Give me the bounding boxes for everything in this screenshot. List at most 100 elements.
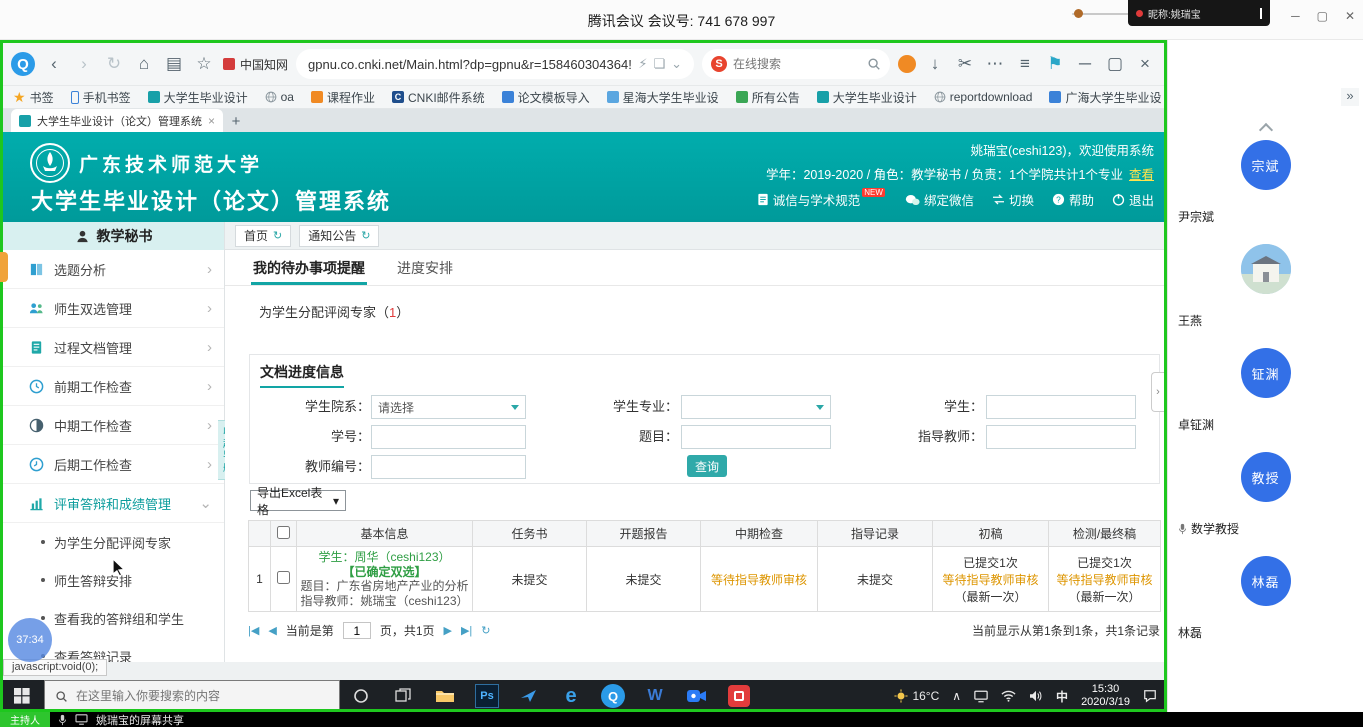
export-excel-button[interactable]: 导出Excel表格▾ <box>250 490 346 511</box>
browser-side-flag[interactable] <box>0 252 8 282</box>
promo-icon[interactable] <box>898 55 916 73</box>
slider-knob[interactable] <box>1074 9 1083 18</box>
bookmark-item[interactable]: 所有公告 <box>736 89 800 106</box>
sidebar-item-topic-analysis[interactable]: 选题分析 › <box>3 250 224 289</box>
first-page-icon[interactable]: |◀ <box>248 624 259 637</box>
panel-expand-handle[interactable]: › <box>1151 372 1164 412</box>
refresh-icon[interactable]: ↻ <box>103 54 125 74</box>
sidebar-item-review-defense[interactable]: 评审答辩和成绩管理 ⌄ <box>3 484 224 523</box>
meeting-timer-bubble[interactable]: 37:34 <box>8 618 52 662</box>
task-view-button[interactable] <box>382 680 424 712</box>
ime-indicator[interactable]: 中 <box>1056 688 1068 705</box>
start-button[interactable] <box>0 680 44 712</box>
red-app-button[interactable] <box>718 680 760 712</box>
taskbar-search-box[interactable] <box>44 680 340 712</box>
browser-tab[interactable]: 大学生毕业设计（论文）管理系统 × <box>11 109 223 132</box>
next-page-icon[interactable]: ▶ <box>444 624 452 637</box>
select-all-checkbox[interactable] <box>277 526 290 539</box>
meeting-app-button[interactable] <box>676 680 718 712</box>
browser-search-input[interactable] <box>733 57 861 71</box>
url-input[interactable] <box>308 57 632 72</box>
speed-mode-icon[interactable]: ⚡ <box>638 56 647 72</box>
bookmark-item[interactable]: 大学生毕业设计 <box>148 89 248 106</box>
mic-icon[interactable] <box>58 714 67 726</box>
row-checkbox[interactable] <box>277 571 290 584</box>
sidebar-item-process-documents[interactable]: 过程文档管理 › <box>3 328 224 367</box>
file-explorer-button[interactable] <box>424 680 466 712</box>
magnifier-icon[interactable] <box>867 57 881 71</box>
sidebar-item-early-check[interactable]: 前期工作检查 › <box>3 367 224 406</box>
view-link[interactable]: 查看 <box>1129 168 1154 182</box>
minimize-icon[interactable]: ─ <box>1291 9 1300 23</box>
sidebar-item-mid-check[interactable]: 中期工作检查 › <box>3 406 224 445</box>
department-select[interactable]: 请选择 <box>371 395 526 419</box>
search-engine-icon[interactable]: S <box>711 56 727 72</box>
bookmark-item[interactable]: 论文模板导入 <box>502 89 590 106</box>
taskbar-clock[interactable]: 15:30 2020/3/19 <box>1081 683 1130 709</box>
screenshot-scissors-icon[interactable]: ✂ <box>954 54 976 74</box>
tab-progress-schedule[interactable]: 进度安排 <box>395 249 455 285</box>
speaker-icon[interactable] <box>1029 690 1043 702</box>
refresh-icon[interactable]: ↻ <box>273 229 282 242</box>
collapse-panel-button[interactable] <box>1168 118 1363 138</box>
switch-role-link[interactable]: 切换 <box>992 190 1034 209</box>
reload-icon[interactable]: ↻ <box>481 624 490 637</box>
midterm-cell[interactable]: 等待指导教师审核 <box>701 547 818 612</box>
logout-link[interactable]: 退出 <box>1112 190 1154 209</box>
photoshop-button[interactable]: Ps <box>466 680 508 712</box>
maximize-icon[interactable]: ▢ <box>1317 9 1328 23</box>
bookmarks-overflow-button[interactable]: » <box>1341 88 1359 106</box>
sidebar-item-mutual-selection[interactable]: 师生双选管理 › <box>3 289 224 328</box>
bookmark-item[interactable]: 广海大学生毕业设 <box>1049 89 1161 106</box>
menu-icon[interactable]: ≡ <box>1014 54 1036 74</box>
tab-todo-reminders[interactable]: 我的待办事项提醒 <box>251 249 367 285</box>
favorite-star-icon[interactable]: ☆ <box>193 54 215 74</box>
participant-tile[interactable]: 王燕 <box>1168 242 1363 346</box>
todo-assign-reviewers-link[interactable]: 为学生分配评阅专家（1） <box>259 302 409 321</box>
tab-home[interactable]: 首页↻ <box>235 225 291 247</box>
qq-browser-button[interactable]: Q <box>592 680 634 712</box>
site-name-chip[interactable]: 中国知网 <box>223 56 288 73</box>
bookmark-item[interactable]: CCNKI邮件系统 <box>392 89 485 106</box>
browser-close-icon[interactable]: × <box>1134 54 1156 74</box>
page-number-input[interactable] <box>343 622 371 639</box>
participant-tile[interactable]: 林磊 林磊 <box>1168 554 1363 658</box>
last-page-icon[interactable]: ▶| <box>461 624 472 637</box>
weather-widget[interactable]: 16°C <box>894 689 939 703</box>
bookmark-item[interactable]: 星海大学生毕业设 <box>607 89 719 106</box>
browser-search-box[interactable]: S <box>702 49 890 79</box>
home-icon[interactable]: ⌂ <box>133 54 155 74</box>
bind-wechat-link[interactable]: 绑定微信 <box>905 190 974 209</box>
browser-minimize-icon[interactable]: ─ <box>1074 54 1096 74</box>
monitor-icon[interactable] <box>974 690 988 703</box>
close-icon[interactable]: ✕ <box>1345 9 1355 23</box>
browser-maximize-icon[interactable]: ▢ <box>1104 54 1126 74</box>
reader-mode-icon[interactable]: ▤ <box>163 54 185 74</box>
browser-logo-icon[interactable]: Q <box>11 52 35 76</box>
query-button[interactable]: 查询 <box>687 455 727 477</box>
forward-icon[interactable]: › <box>73 54 95 74</box>
bookmark-item[interactable]: 手机书签 <box>71 89 131 106</box>
draft-cell[interactable]: 已提交1次 等待指导教师审核 （最新一次） <box>933 547 1049 612</box>
messenger-app-button[interactable] <box>508 680 550 712</box>
tab-notices[interactable]: 通知公告↻ <box>299 225 379 247</box>
help-link[interactable]: ? 帮助 <box>1052 190 1094 209</box>
title-input[interactable] <box>681 425 831 449</box>
back-icon[interactable]: ‹ <box>43 54 65 74</box>
participant-tile[interactable]: 钲渊 卓钲渊 <box>1168 346 1363 450</box>
wps-button[interactable]: W <box>634 680 676 712</box>
flag-icon[interactable]: ⚑ <box>1044 54 1066 74</box>
sidebar-subitem-defense-schedule[interactable]: 师生答辩安排 <box>3 561 224 599</box>
teacher-id-input[interactable] <box>371 455 526 479</box>
bookmark-item[interactable]: 大学生毕业设计 <box>817 89 917 106</box>
bookmark-item[interactable]: reportdownload <box>934 90 1033 104</box>
ie-browser-button[interactable]: e <box>550 680 592 712</box>
participant-tile[interactable]: 宗斌 尹宗斌 <box>1168 138 1363 242</box>
participant-tile[interactable]: 教授 数学教授 <box>1168 450 1363 554</box>
bookmark-item[interactable]: oa <box>265 90 294 104</box>
wifi-icon[interactable] <box>1001 690 1016 702</box>
tab-close-icon[interactable]: × <box>208 114 215 128</box>
sidebar-item-late-check[interactable]: 后期工作检查 › <box>3 445 224 484</box>
bookmark-item[interactable]: ★书签 <box>13 89 54 106</box>
student-input[interactable] <box>986 395 1136 419</box>
